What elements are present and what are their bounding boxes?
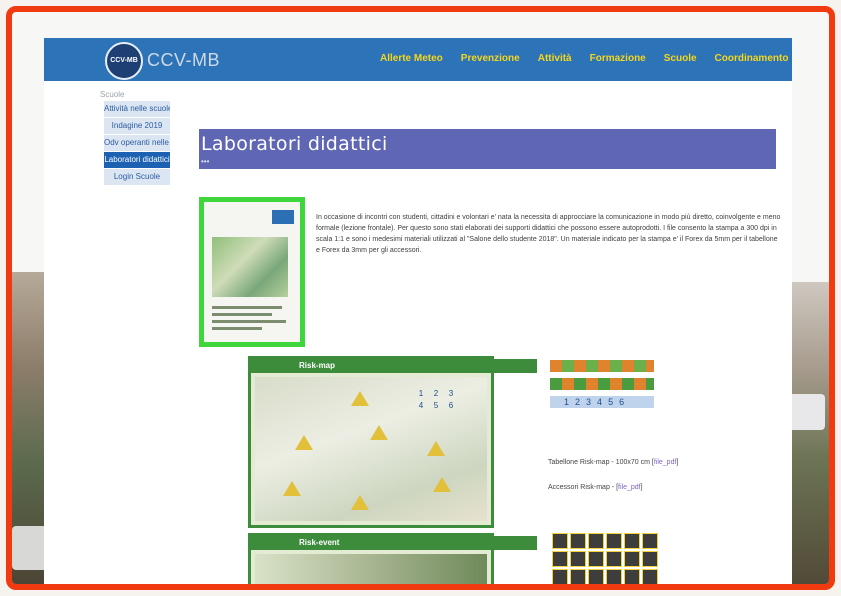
menu-item-prevenzione[interactable]: Prevenzione <box>461 53 520 64</box>
sidebar-nav: Attività nelle scuole Indagine 2019 Odv … <box>104 101 170 186</box>
tile-number: 6 <box>448 401 454 410</box>
sidebar-item-laboratori-didattici[interactable]: Laboratori didattici <box>104 152 170 168</box>
accessory-icon <box>624 569 640 584</box>
download-board-label: Tabellone Risk-map - 100x70 cm [ <box>548 459 654 466</box>
menu-item-scuole[interactable]: Scuole <box>664 53 697 64</box>
risk-event-accessories <box>552 533 658 584</box>
logo-text[interactable]: CCV-MB <box>147 50 220 71</box>
download-acc-close: ] <box>640 484 643 491</box>
poster-brand-logo <box>272 210 294 224</box>
tile-number: 2 <box>433 389 439 398</box>
warning-triangle-icon <box>295 435 313 450</box>
sidebar-item-login-scuole[interactable]: Login Scuole <box>104 169 170 185</box>
logo-badge-text: CCV-MB <box>110 57 138 64</box>
risk-event-image <box>255 554 487 584</box>
page-title-bar: Laboratori didattici ••• <box>199 129 776 169</box>
risk-map-image: 1 2 3 4 5 6 <box>255 377 487 521</box>
risk-map-title: Risk-map <box>251 359 537 373</box>
menu-item-coordinamento[interactable]: Coordinamento <box>715 53 789 64</box>
poster-thumbnail[interactable] <box>199 197 305 347</box>
title-dots: ••• <box>201 157 210 166</box>
accessory-icon <box>588 533 604 549</box>
poster-map-image <box>212 237 288 297</box>
accessory-icon <box>588 551 604 567</box>
download-acc-link[interactable]: file_pdf <box>618 484 641 491</box>
download-board-link[interactable]: file_pdf <box>654 459 677 466</box>
accessory-icon <box>606 569 622 584</box>
warning-triangle-icon <box>283 481 301 496</box>
strip-number: 5 <box>608 397 614 407</box>
download-board: Tabellone Risk-map - 100x70 cm [file_pdf… <box>548 459 678 466</box>
accessory-icon <box>570 533 586 549</box>
menu-item-allerte-meteo[interactable]: Allerte Meteo <box>380 53 443 64</box>
tile-number: 3 <box>448 389 454 398</box>
breadcrumb[interactable]: Scuole <box>100 90 124 99</box>
strip-number: 3 <box>586 397 592 407</box>
accessory-icon <box>642 533 658 549</box>
risk-event-title: Risk-event <box>251 536 537 550</box>
tile-number: 5 <box>433 401 439 410</box>
accessory-icon <box>624 533 640 549</box>
accessory-icon <box>552 533 568 549</box>
poster-page <box>204 202 300 342</box>
accessory-icon <box>606 533 622 549</box>
poster-text-line <box>212 320 286 323</box>
poster-text-line <box>212 327 262 330</box>
poster-text-line <box>212 306 282 309</box>
accessory-icon <box>642 551 658 567</box>
warning-triangle-icon <box>351 495 369 510</box>
top-navbar: CCV-MB CCV-MB Allerte Meteo Prevenzione … <box>44 38 792 81</box>
strip-number: 6 <box>619 397 625 407</box>
accessory-icon <box>552 569 568 584</box>
tile-number: 1 <box>418 389 424 398</box>
screenshot-frame: CCV-MB CCV-MB Allerte Meteo Prevenzione … <box>6 6 835 590</box>
accessory-strip-green <box>550 378 654 390</box>
strip-number: 4 <box>597 397 603 407</box>
sidebar-item-indagine-2019[interactable]: Indagine 2019 <box>104 118 170 134</box>
accessory-icon <box>570 569 586 584</box>
download-board-close: ] <box>676 459 679 466</box>
accessory-icon <box>624 551 640 567</box>
menu-item-formazione[interactable]: Formazione <box>590 53 646 64</box>
accessory-icon <box>552 551 568 567</box>
accessory-icon <box>570 551 586 567</box>
logo-badge[interactable]: CCV-MB <box>105 42 143 80</box>
accessory-icon <box>642 569 658 584</box>
menu-item-attivita[interactable]: Attività <box>538 53 572 64</box>
site-container: CCV-MB CCV-MB Allerte Meteo Prevenzione … <box>44 38 792 584</box>
sidebar-item-odv-operanti[interactable]: Odv operanti nelle scuole <box>104 135 170 151</box>
strip-number: 2 <box>575 397 581 407</box>
warning-triangle-icon <box>427 441 445 456</box>
risk-event-card[interactable]: Risk-event <box>248 533 537 584</box>
strip-number: 1 <box>564 397 570 407</box>
warning-triangle-icon <box>351 391 369 406</box>
page-title: Laboratori didattici <box>201 133 388 155</box>
main-menu: Allerte Meteo Prevenzione Attività Forma… <box>380 53 806 64</box>
tile-number: 4 <box>418 401 424 410</box>
download-accessories: Accessori Risk-map - [file_pdf] <box>548 484 643 491</box>
download-acc-label: Accessori Risk-map - [ <box>548 484 619 491</box>
warning-triangle-icon <box>433 477 451 492</box>
accessory-icon <box>606 551 622 567</box>
warning-triangle-icon <box>370 425 388 440</box>
sidebar-item-attivita-scuole[interactable]: Attività nelle scuole <box>104 101 170 117</box>
intro-paragraph: In occasione di incontri con studenti, c… <box>316 214 781 254</box>
accessory-icon <box>588 569 604 584</box>
accessory-strip-numbers: 1 2 3 4 5 6 <box>550 396 654 408</box>
accessory-strip-orange <box>550 360 654 372</box>
poster-text-line <box>212 313 272 316</box>
risk-map-card[interactable]: Risk-map 1 2 3 4 5 6 <box>248 356 537 528</box>
